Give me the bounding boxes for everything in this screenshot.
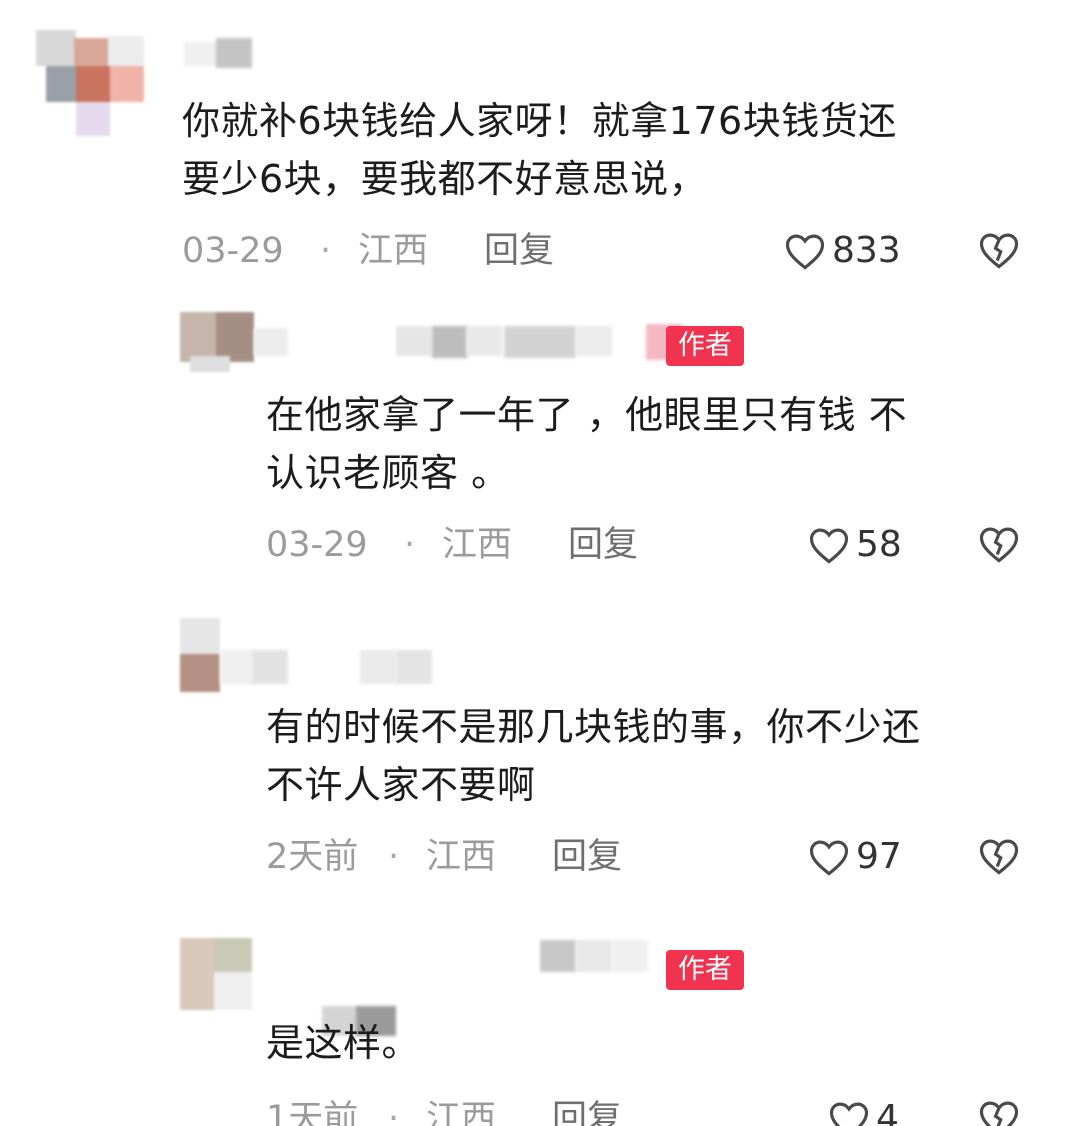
comment-1: 你就补6块钱给人家呀！就拿176块钱货还 要少6块，要我都不好意思说， 03-2…	[0, 0, 1078, 290]
heart-outline-icon	[785, 234, 825, 270]
comment-text: 有的时候不是那几块钱的事，你不少还 不许人家不要啊	[266, 705, 921, 807]
avatar[interactable]	[180, 618, 220, 694]
broken-heart-icon[interactable]	[978, 524, 1020, 564]
avatar[interactable]	[180, 312, 254, 372]
broken-heart-icon[interactable]	[978, 836, 1020, 876]
like-count: 833	[832, 230, 901, 271]
like-count: 4	[876, 1098, 899, 1126]
like-count: 97	[856, 836, 902, 877]
separator-dot: ·	[320, 231, 332, 271]
comment-meta: 03-29 · 江西 回复 58	[266, 520, 1042, 570]
avatar[interactable]	[36, 30, 146, 140]
like-button[interactable]: 58	[808, 522, 902, 568]
comment-meta: 2天前 · 江西 回复 97	[266, 832, 1042, 882]
like-button[interactable]: 833	[784, 228, 901, 274]
reply-button[interactable]: 回复	[484, 226, 554, 276]
author-badge: 作者	[666, 326, 744, 366]
comment-2: 作者 在他家拿了一年了 ，他眼里只有钱 不 认识老顾客 。 03-29 · 江西…	[0, 300, 1078, 600]
heart-outline-icon	[809, 528, 849, 564]
comment-text: 你就补6块钱给人家呀！就拿176块钱货还 要少6块，要我都不好意思说，	[182, 99, 897, 201]
comment-meta: 1天前 · 江西 回复 4	[266, 1094, 1042, 1126]
comment-4: 作者 是这样。 1天前 · 江西 回复 4	[0, 920, 1078, 1126]
heart-outline-icon	[809, 840, 849, 876]
comment-date: 03-29	[266, 525, 368, 565]
comment-date: 1天前	[266, 1099, 359, 1126]
comment-text: 是这样。	[266, 1021, 421, 1065]
broken-heart-icon[interactable]	[978, 1098, 1020, 1126]
comment-3: 有的时候不是那几块钱的事，你不少还 不许人家不要啊 2天前 · 江西 回复 97	[0, 610, 1078, 910]
separator-dot: ·	[388, 1099, 400, 1126]
comment-date: 2天前	[266, 837, 359, 877]
author-badge: 作者	[666, 950, 744, 990]
reply-button[interactable]: 回复	[568, 520, 638, 570]
broken-heart-icon[interactable]	[978, 230, 1020, 270]
comment-location: 江西	[442, 525, 513, 565]
like-button[interactable]: 97	[808, 834, 902, 880]
comment-location: 江西	[426, 1099, 497, 1126]
reply-button[interactable]: 回复	[552, 832, 622, 882]
avatar[interactable]	[180, 938, 252, 1010]
like-button[interactable]: 4	[828, 1096, 899, 1126]
comment-date: 03-29	[182, 231, 284, 271]
comment-text: 在他家拿了一年了 ，他眼里只有钱 不 认识老顾客 。	[266, 393, 908, 495]
comment-location: 江西	[426, 837, 497, 877]
like-count: 58	[856, 524, 902, 565]
heart-outline-icon	[829, 1102, 869, 1126]
comment-location: 江西	[358, 231, 429, 271]
reply-button[interactable]: 回复	[552, 1094, 622, 1126]
separator-dot: ·	[388, 837, 400, 877]
separator-dot: ·	[404, 525, 416, 565]
comment-meta: 03-29 · 江西 回复 833	[182, 226, 1042, 276]
